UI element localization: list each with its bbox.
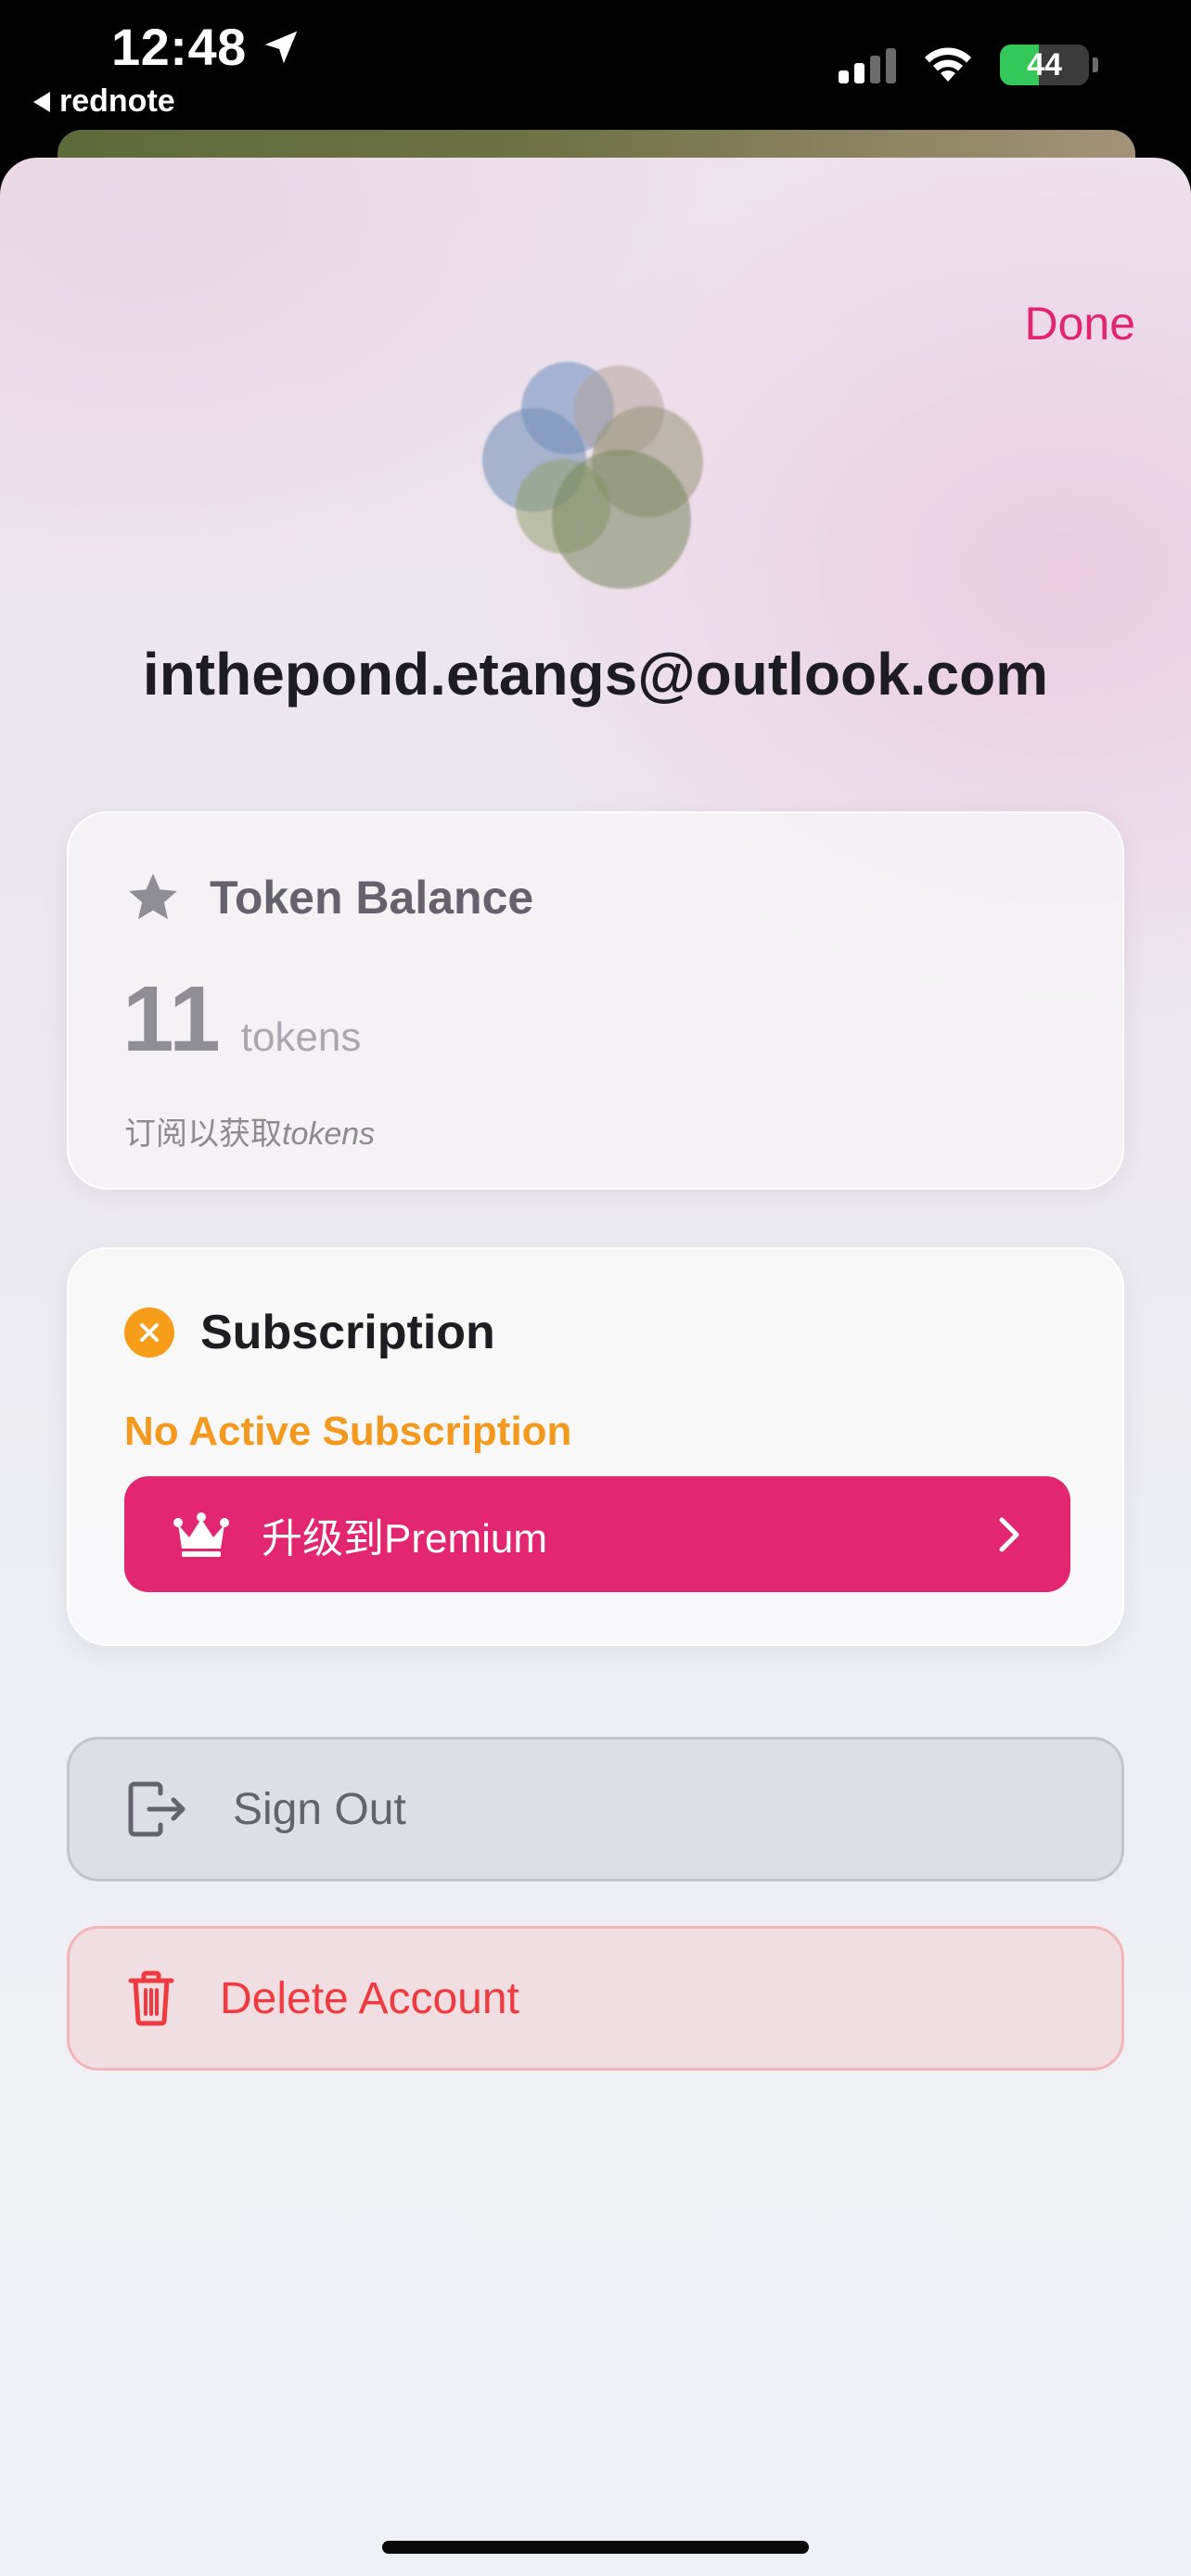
token-amount: 11 tokens	[122, 966, 361, 1073]
trash-icon	[128, 1970, 174, 2026]
sign-out-label: Sign Out	[233, 1784, 406, 1834]
back-to-app-link[interactable]: rednote	[33, 83, 175, 120]
subscription-header: Subscription	[124, 1305, 495, 1360]
crown-icon	[173, 1511, 229, 1557]
status-time: 12:48	[111, 17, 302, 77]
token-balance-header: Token Balance	[124, 869, 533, 926]
battery-cap	[1093, 57, 1098, 72]
battery-icon: 44	[1000, 45, 1089, 85]
status-time-label: 12:48	[111, 18, 247, 76]
delete-account-label: Delete Account	[220, 1973, 519, 2023]
cellular-signal-icon	[839, 46, 896, 83]
token-balance-title: Token Balance	[210, 872, 534, 924]
account-email: inthepond.etangs@outlook.com	[142, 641, 1049, 708]
subscription-status: No Active Subscription	[124, 1409, 572, 1454]
upgrade-premium-label: 升级到Premium	[262, 1515, 548, 1562]
account-sheet: Done inthepond.etangs@outlook.com Token …	[0, 158, 1191, 2576]
token-note-prefix: 订阅以获取	[124, 1116, 282, 1152]
token-note-suffix: tokens	[282, 1116, 376, 1152]
subscription-title: Subscription	[200, 1306, 495, 1359]
battery-label: 44	[1027, 46, 1062, 83]
token-balance-card: Token Balance 11 tokens 订阅以获取tokens	[67, 811, 1124, 1190]
sign-out-icon	[128, 1781, 186, 1837]
delete-account-button[interactable]: Delete Account	[67, 1926, 1124, 2071]
token-note: 订阅以获取tokens	[124, 1108, 375, 1154]
back-triangle-icon	[33, 91, 50, 112]
chevron-right-icon	[999, 1517, 1019, 1551]
subscription-card: Subscription No Active Subscription 升级到P…	[67, 1247, 1124, 1646]
token-unit: tokens	[240, 1014, 362, 1060]
back-app-label: rednote	[59, 83, 175, 119]
avatar	[482, 362, 714, 593]
wifi-icon	[925, 47, 971, 82]
token-count: 11	[122, 967, 221, 1071]
home-indicator[interactable]	[382, 2541, 809, 2554]
star-icon	[129, 874, 177, 920]
status-indicators: 44	[839, 45, 1098, 85]
sign-out-button[interactable]: Sign Out	[67, 1737, 1124, 1881]
done-button[interactable]: Done	[1024, 297, 1135, 351]
x-circle-icon	[124, 1307, 174, 1358]
upgrade-premium-button[interactable]: 升级到Premium	[124, 1476, 1070, 1592]
location-arrow-icon	[264, 31, 297, 63]
